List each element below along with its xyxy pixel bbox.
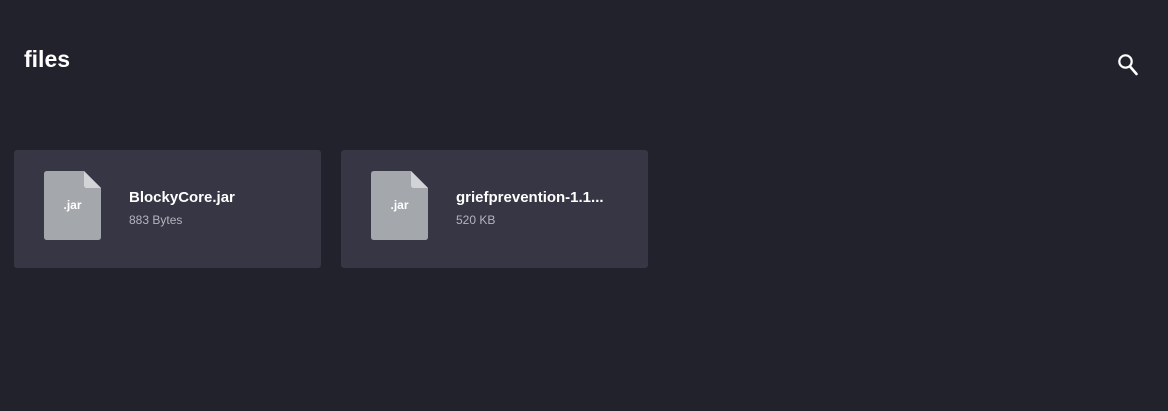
file-card[interactable]: .jar griefprevention-1.1... 520 KB [341, 150, 648, 268]
file-icon: .jar [371, 171, 428, 240]
file-name: BlockyCore.jar [129, 189, 235, 206]
file-extension: .jar [63, 198, 82, 212]
file-icon: .jar [44, 171, 101, 240]
search-icon [1117, 53, 1139, 82]
file-card[interactable]: .jar BlockyCore.jar 883 Bytes [14, 150, 321, 268]
file-extension: .jar [390, 198, 409, 212]
page-title: files [24, 46, 71, 72]
file-size: 520 KB [456, 213, 496, 227]
search-button[interactable] [1114, 53, 1142, 81]
file-size: 883 Bytes [129, 213, 183, 227]
file-name: griefprevention-1.1... [456, 189, 604, 206]
file-grid: .jar BlockyCore.jar 883 Bytes .jar grief… [14, 150, 648, 268]
files-page: files .jar BlockyCore.jar 883 Bytes .jar… [0, 0, 1168, 411]
